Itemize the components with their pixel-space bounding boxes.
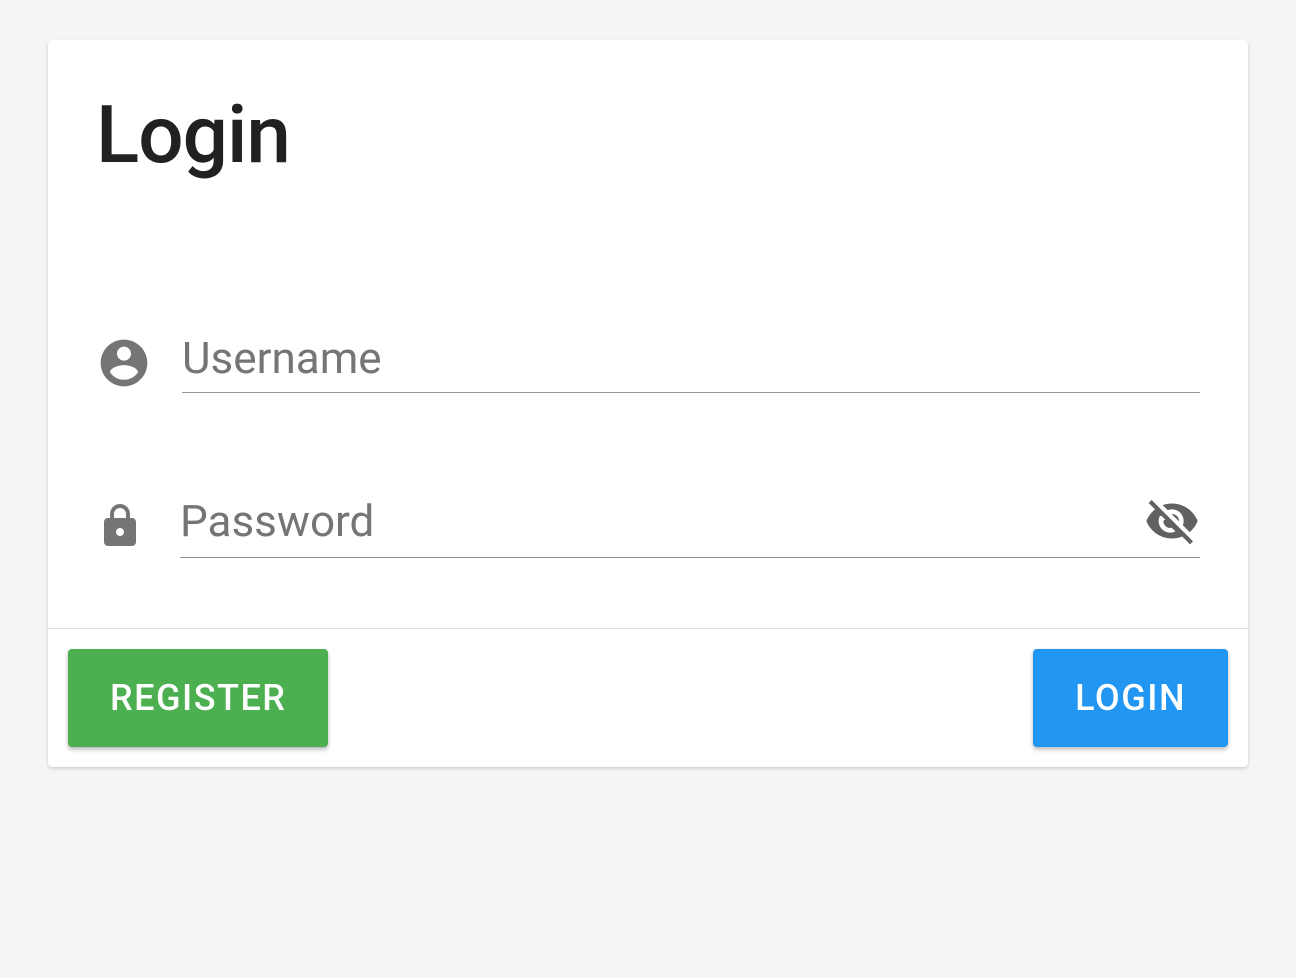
card-title: Login — [96, 88, 1200, 182]
lock-icon — [96, 496, 144, 556]
password-input[interactable] — [180, 495, 1132, 547]
password-field — [96, 493, 1200, 558]
username-input-wrapper — [182, 332, 1200, 393]
register-button[interactable]: Register — [68, 649, 328, 747]
card-actions: Register Login — [48, 628, 1248, 767]
card-content: Login — [48, 40, 1248, 628]
password-input-wrapper — [180, 493, 1200, 558]
username-input[interactable] — [182, 332, 1200, 384]
account-icon — [96, 335, 152, 391]
login-card: Login Register Login — [48, 40, 1248, 767]
login-button[interactable]: Login — [1033, 649, 1228, 747]
username-field — [96, 332, 1200, 393]
visibility-off-icon[interactable] — [1144, 493, 1200, 549]
